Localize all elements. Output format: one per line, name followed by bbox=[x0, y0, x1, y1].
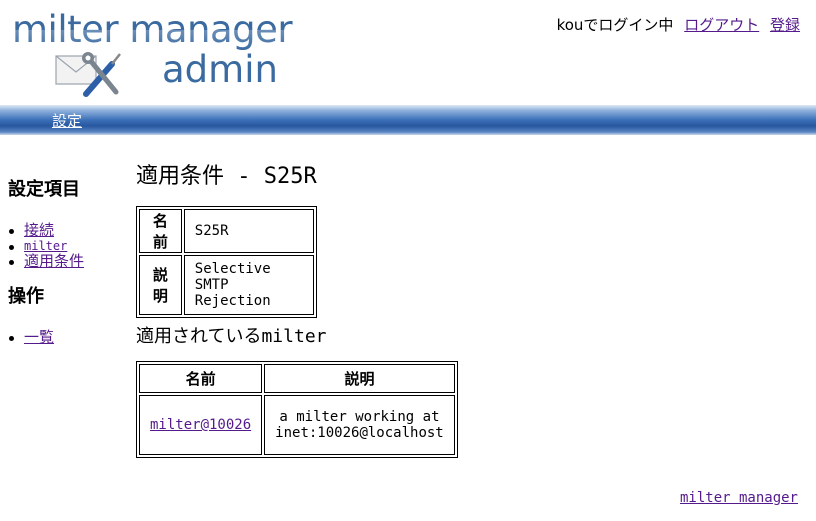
sidebar-ops-list: 一覧 bbox=[8, 330, 118, 346]
sidebar-item-list: 一覧 bbox=[8, 330, 118, 346]
milter-link[interactable]: milter@10026 bbox=[150, 417, 251, 433]
page-title-prefix: 適用条件 bbox=[136, 164, 225, 189]
footer-milter-manager-link[interactable]: milter manager bbox=[680, 490, 798, 506]
sidebar-item-connection: 接続 bbox=[8, 223, 118, 239]
table-row: 名前 S25R bbox=[139, 209, 314, 253]
milter-name-cell: milter@10026 bbox=[139, 395, 263, 455]
applied-milters-table: 名前 説明 milter@10026 a milter working at i… bbox=[136, 361, 458, 458]
mail-tools-icon bbox=[55, 52, 121, 97]
sidebar-settings-list: 接続 milter 適用条件 bbox=[8, 223, 118, 270]
table-header-row: 名前 説明 bbox=[139, 364, 455, 393]
sidebar-link-list[interactable]: 一覧 bbox=[24, 328, 54, 346]
login-status-text: kouでログイン中 bbox=[556, 16, 674, 34]
register-link[interactable]: 登録 bbox=[770, 16, 800, 34]
table-row: 説明 Selective SMTP Rejection bbox=[139, 255, 314, 315]
sidebar-link-milter[interactable]: milter bbox=[24, 239, 67, 253]
app-logo[interactable]: milter manager admin bbox=[12, 8, 293, 97]
main-content: 適用条件 - S25R 名前 S25R 説明 Selective SMTP Re… bbox=[136, 158, 458, 458]
page-title-name: S25R bbox=[263, 164, 317, 189]
desc-value-cell: Selective SMTP Rejection bbox=[183, 255, 314, 315]
milter-desc-cell: a milter working at inet:10026@localhost bbox=[264, 395, 455, 455]
desc-label-cell: 説明 bbox=[139, 255, 182, 315]
page-title-separator: - bbox=[224, 164, 264, 189]
logout-link[interactable]: ログアウト bbox=[684, 16, 759, 34]
sidebar-link-connection[interactable]: 接続 bbox=[24, 221, 54, 239]
table-row: milter@10026 a milter working at inet:10… bbox=[139, 395, 455, 455]
name-label-cell: 名前 bbox=[139, 209, 182, 253]
nav-settings-link[interactable]: 設定 bbox=[52, 110, 82, 131]
column-header-desc: 説明 bbox=[264, 364, 455, 393]
logo-text-line2: admin bbox=[162, 48, 278, 91]
nav-bar: 設定 bbox=[0, 105, 816, 135]
name-value-cell: S25R bbox=[183, 209, 314, 253]
sidebar-ops-heading: 操作 bbox=[8, 286, 44, 307]
logo-text-line1: milter manager bbox=[12, 8, 293, 51]
applied-heading-prefix: 適用されている bbox=[136, 326, 262, 347]
sidebar-link-conditions[interactable]: 適用条件 bbox=[24, 252, 84, 270]
column-header-name: 名前 bbox=[139, 364, 263, 393]
page: milter manager admin kouでログイン中 ログアウト 登録 … bbox=[0, 0, 816, 521]
condition-info-table: 名前 S25R 説明 Selective SMTP Rejection bbox=[136, 206, 317, 318]
applied-milters-heading: 適用されているmilter bbox=[136, 322, 327, 348]
applied-heading-suffix: milter bbox=[261, 326, 327, 347]
sidebar-settings-heading: 設定項目 bbox=[8, 179, 80, 200]
sidebar: 設定項目 接続 milter 適用条件 操作 一覧 bbox=[8, 175, 118, 346]
sidebar-item-conditions: 適用条件 bbox=[8, 254, 118, 270]
page-title: 適用条件 - S25R bbox=[136, 158, 317, 190]
login-status-area: kouでログイン中 ログアウト 登録 bbox=[557, 14, 800, 35]
